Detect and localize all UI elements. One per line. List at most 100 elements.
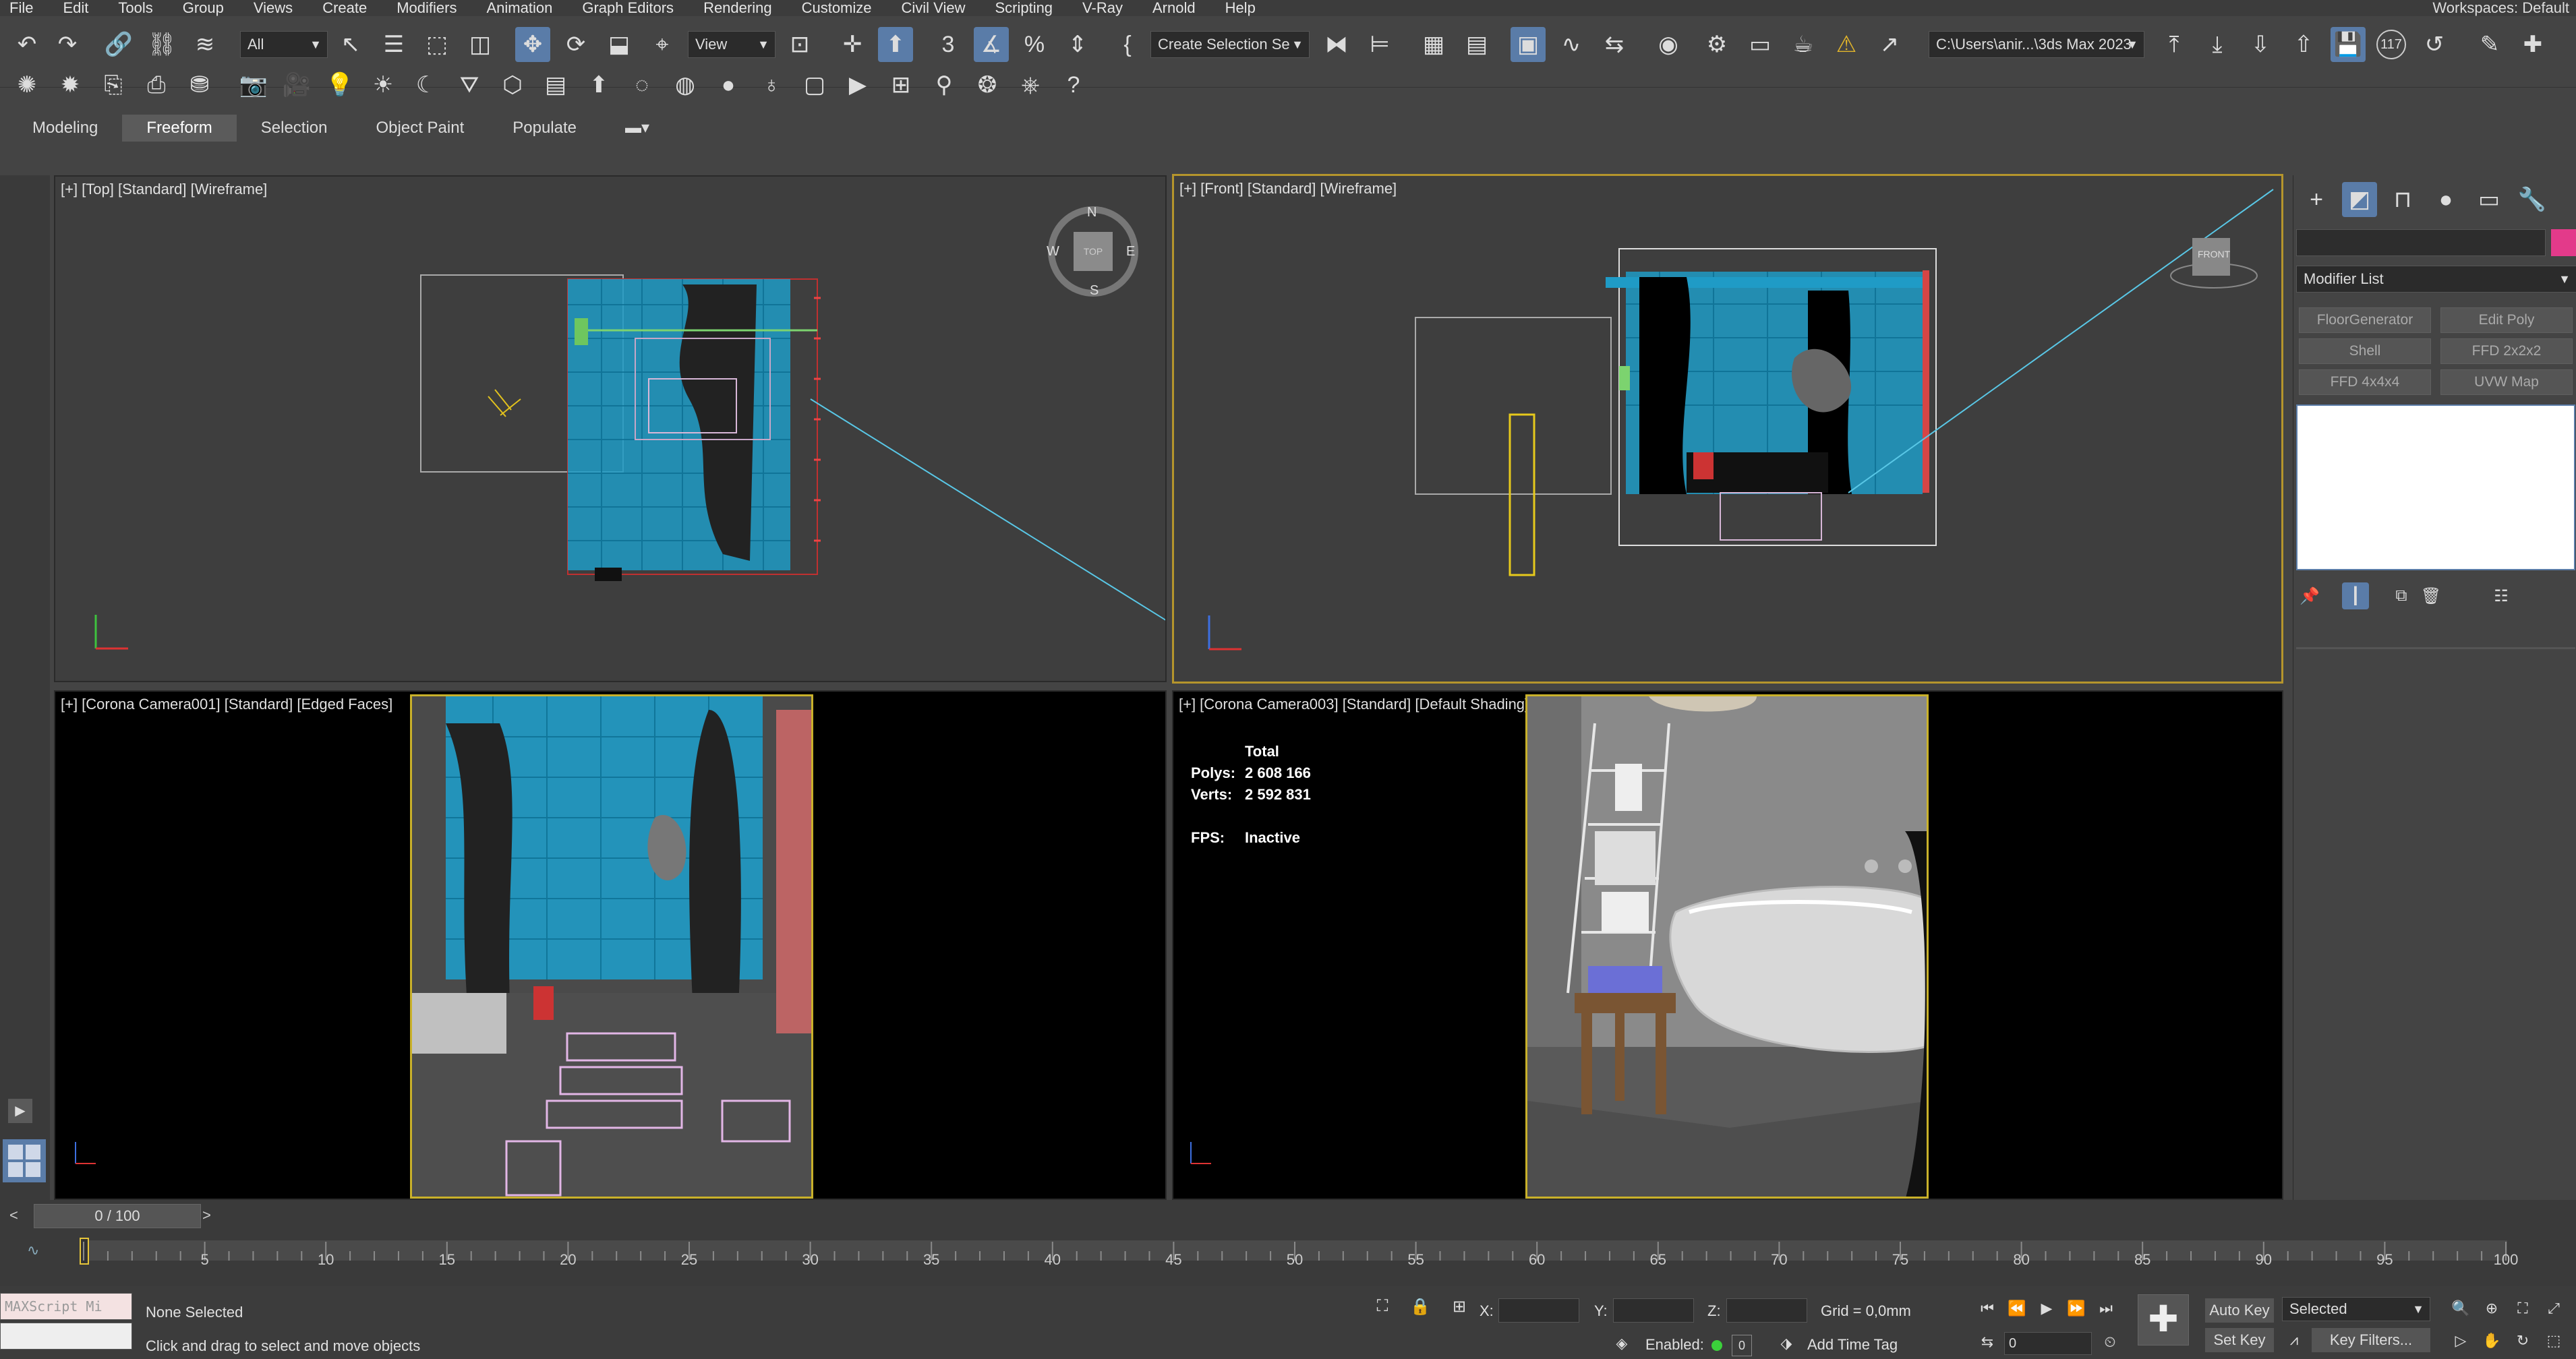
menu-group[interactable]: Group: [168, 0, 239, 16]
pivot-center-icon[interactable]: ⊡: [782, 27, 817, 62]
orbit-icon[interactable]: ↻: [2510, 1328, 2536, 1354]
menu-arnold[interactable]: Arnold: [1138, 0, 1210, 16]
menu-scripting[interactable]: Scripting: [980, 0, 1067, 16]
enabled-count[interactable]: 0: [1732, 1335, 1752, 1356]
edit-poly-button[interactable]: Edit Poly: [2440, 307, 2573, 333]
add-time-tag-label[interactable]: Add Time Tag: [1807, 1336, 1898, 1354]
maxscript-input-field[interactable]: [0, 1323, 132, 1350]
go-to-end-icon[interactable]: ⏭: [2093, 1296, 2119, 1321]
zoom-extents-all-icon[interactable]: ⤢: [2541, 1296, 2567, 1321]
material-editor-icon[interactable]: ◉: [1651, 27, 1686, 62]
named-selection-dropdown[interactable]: Create Selection Se ▼: [1150, 31, 1310, 58]
camera-target-icon[interactable]: 🎥: [279, 67, 314, 102]
rectangular-selection-icon[interactable]: ⬚: [419, 27, 455, 62]
unlink-icon[interactable]: ⛓: [144, 27, 179, 62]
crosshair-icon[interactable]: ✛: [835, 27, 870, 62]
layer-explorer-icon[interactable]: ▤: [1459, 27, 1494, 62]
menu-customize[interactable]: Customize: [787, 0, 887, 16]
placement-icon[interactable]: ⌖: [645, 27, 680, 62]
redo-icon[interactable]: ↷: [50, 27, 85, 62]
expand-layout-icon[interactable]: ▶: [8, 1099, 32, 1123]
select-by-name-icon[interactable]: ☰: [376, 27, 411, 62]
vray-frame-buffer-icon[interactable]: ▶: [840, 67, 875, 102]
time-slider[interactable]: 0 / 100: [34, 1204, 201, 1228]
vray-render-elements-icon[interactable]: ▢: [797, 67, 832, 102]
modifier-list-dropdown[interactable]: Modifier List ▼: [2296, 266, 2576, 293]
menu-create[interactable]: Create: [308, 0, 382, 16]
menu-vray[interactable]: V-Ray: [1067, 0, 1138, 16]
pan-icon[interactable]: ✋: [2479, 1328, 2505, 1354]
field-of-view-icon[interactable]: ▷: [2448, 1328, 2473, 1354]
bonus-icon[interactable]: ⬆: [581, 67, 616, 102]
save-active-icon[interactable]: 💾: [2331, 27, 2366, 62]
uvw-map-button[interactable]: UVW Map: [2440, 369, 2573, 395]
rendered-frame-window-icon[interactable]: ▭: [1743, 27, 1778, 62]
workspace-selector[interactable]: Workspaces: Default: [2432, 0, 2569, 16]
toggle-ribbon-icon[interactable]: ▣: [1511, 27, 1546, 62]
fetch-icon[interactable]: ⇧: [2286, 27, 2321, 62]
corona-scatter-icon[interactable]: ⎙: [139, 67, 174, 102]
z-coordinate-field[interactable]: [1726, 1298, 1807, 1323]
hierarchy-tab-icon[interactable]: ⊓: [2385, 182, 2420, 217]
sync-icon[interactable]: ↺: [2417, 27, 2452, 62]
snaps-toggle-icon[interactable]: 3: [931, 27, 966, 62]
configure-modifier-sets-icon[interactable]: ☷: [2488, 582, 2515, 609]
lock-selection-icon[interactable]: 🔒: [1407, 1293, 1434, 1320]
corona-material-icon[interactable]: ⛃: [182, 67, 217, 102]
open-folder-icon[interactable]: ⤒: [2157, 27, 2192, 62]
menu-rendering[interactable]: Rendering: [689, 0, 787, 16]
project-folder-dropdown[interactable]: C:\Users\anir...\3ds Max 2023 ▼: [1929, 31, 2144, 58]
spinner-snap-icon[interactable]: ⇕: [1060, 27, 1095, 62]
set-key-big-icon[interactable]: ✚: [2138, 1294, 2189, 1346]
vray-plane-icon[interactable]: ❂: [970, 67, 1005, 102]
object-color-swatch[interactable]: [2551, 229, 2576, 256]
decal-icon[interactable]: ▤: [538, 67, 573, 102]
time-prev-icon[interactable]: <: [9, 1207, 26, 1227]
floorgenerator-button[interactable]: FloorGenerator: [2299, 307, 2431, 333]
key-mode-icon[interactable]: ⇆: [1974, 1329, 2000, 1355]
align-icon[interactable]: ⊨: [1362, 27, 1397, 62]
display-tab-icon[interactable]: ▭: [2471, 182, 2507, 217]
shell-button[interactable]: Shell: [2299, 338, 2431, 364]
reference-coord-dropdown[interactable]: View ▼: [688, 31, 775, 58]
play-icon[interactable]: ▶: [2034, 1296, 2059, 1321]
menu-graph-editors[interactable]: Graph Editors: [567, 0, 689, 16]
modifier-stack[interactable]: [2296, 404, 2575, 570]
menu-edit[interactable]: Edit: [48, 0, 103, 16]
angle-snap-icon[interactable]: ∡: [974, 27, 1009, 62]
link-icon[interactable]: 🔗: [101, 27, 136, 62]
proxy-icon[interactable]: ⬡: [495, 67, 530, 102]
tab-object-paint[interactable]: Object Paint: [352, 115, 489, 142]
viewport-camera001[interactable]: [+] [Corona Camera001] [Standard] [Edged…: [54, 690, 1167, 1200]
warning-icon[interactable]: ⚠: [1829, 27, 1864, 62]
hold-icon[interactable]: ⇩: [2243, 27, 2278, 62]
ribbon-options-icon[interactable]: ▬▾: [601, 115, 674, 142]
current-frame-field[interactable]: 0: [2004, 1332, 2092, 1355]
corona-converter-icon[interactable]: ⎘: [96, 67, 131, 102]
create-tab-icon[interactable]: +: [2299, 182, 2334, 217]
pin-stack-icon[interactable]: 📌: [2296, 582, 2323, 609]
bind-spacewarp-icon[interactable]: ≋: [187, 27, 223, 62]
time-configuration-icon[interactable]: ⏲: [2097, 1329, 2123, 1355]
extras-icon[interactable]: ✚: [2515, 27, 2550, 62]
key-filters-icon[interactable]: ⩘: [2282, 1328, 2306, 1352]
time-next-icon[interactable]: >: [202, 1207, 218, 1227]
key-filters-button[interactable]: Key Filters...: [2312, 1328, 2430, 1352]
vray-sphere-icon[interactable]: ●: [711, 67, 746, 102]
render-production-icon[interactable]: ☕: [1786, 27, 1821, 62]
make-unique-icon[interactable]: ⧉: [2388, 582, 2415, 609]
x-coordinate-field[interactable]: [1498, 1298, 1579, 1323]
previous-frame-icon[interactable]: ⏪: [2004, 1296, 2030, 1321]
motion-tab-icon[interactable]: ●: [2428, 182, 2463, 217]
tab-populate[interactable]: Populate: [488, 115, 601, 142]
ffd-2x2x2-button[interactable]: FFD 2x2x2: [2440, 338, 2573, 364]
ffd-4x4x4-button[interactable]: FFD 4x4x4: [2299, 369, 2431, 395]
vray-mesh-export-icon[interactable]: ⎈: [1013, 67, 1048, 102]
menu-civil-view[interactable]: Civil View: [887, 0, 980, 16]
go-to-start-icon[interactable]: ⏮: [1974, 1296, 2000, 1321]
menu-file[interactable]: File: [0, 0, 48, 16]
auto-key-button[interactable]: Auto Key: [2205, 1298, 2274, 1323]
tab-freeform[interactable]: Freeform: [122, 115, 237, 142]
object-name-field[interactable]: [2296, 229, 2546, 256]
keyboard-shortcut-toggle-icon[interactable]: ⬆: [878, 27, 913, 62]
